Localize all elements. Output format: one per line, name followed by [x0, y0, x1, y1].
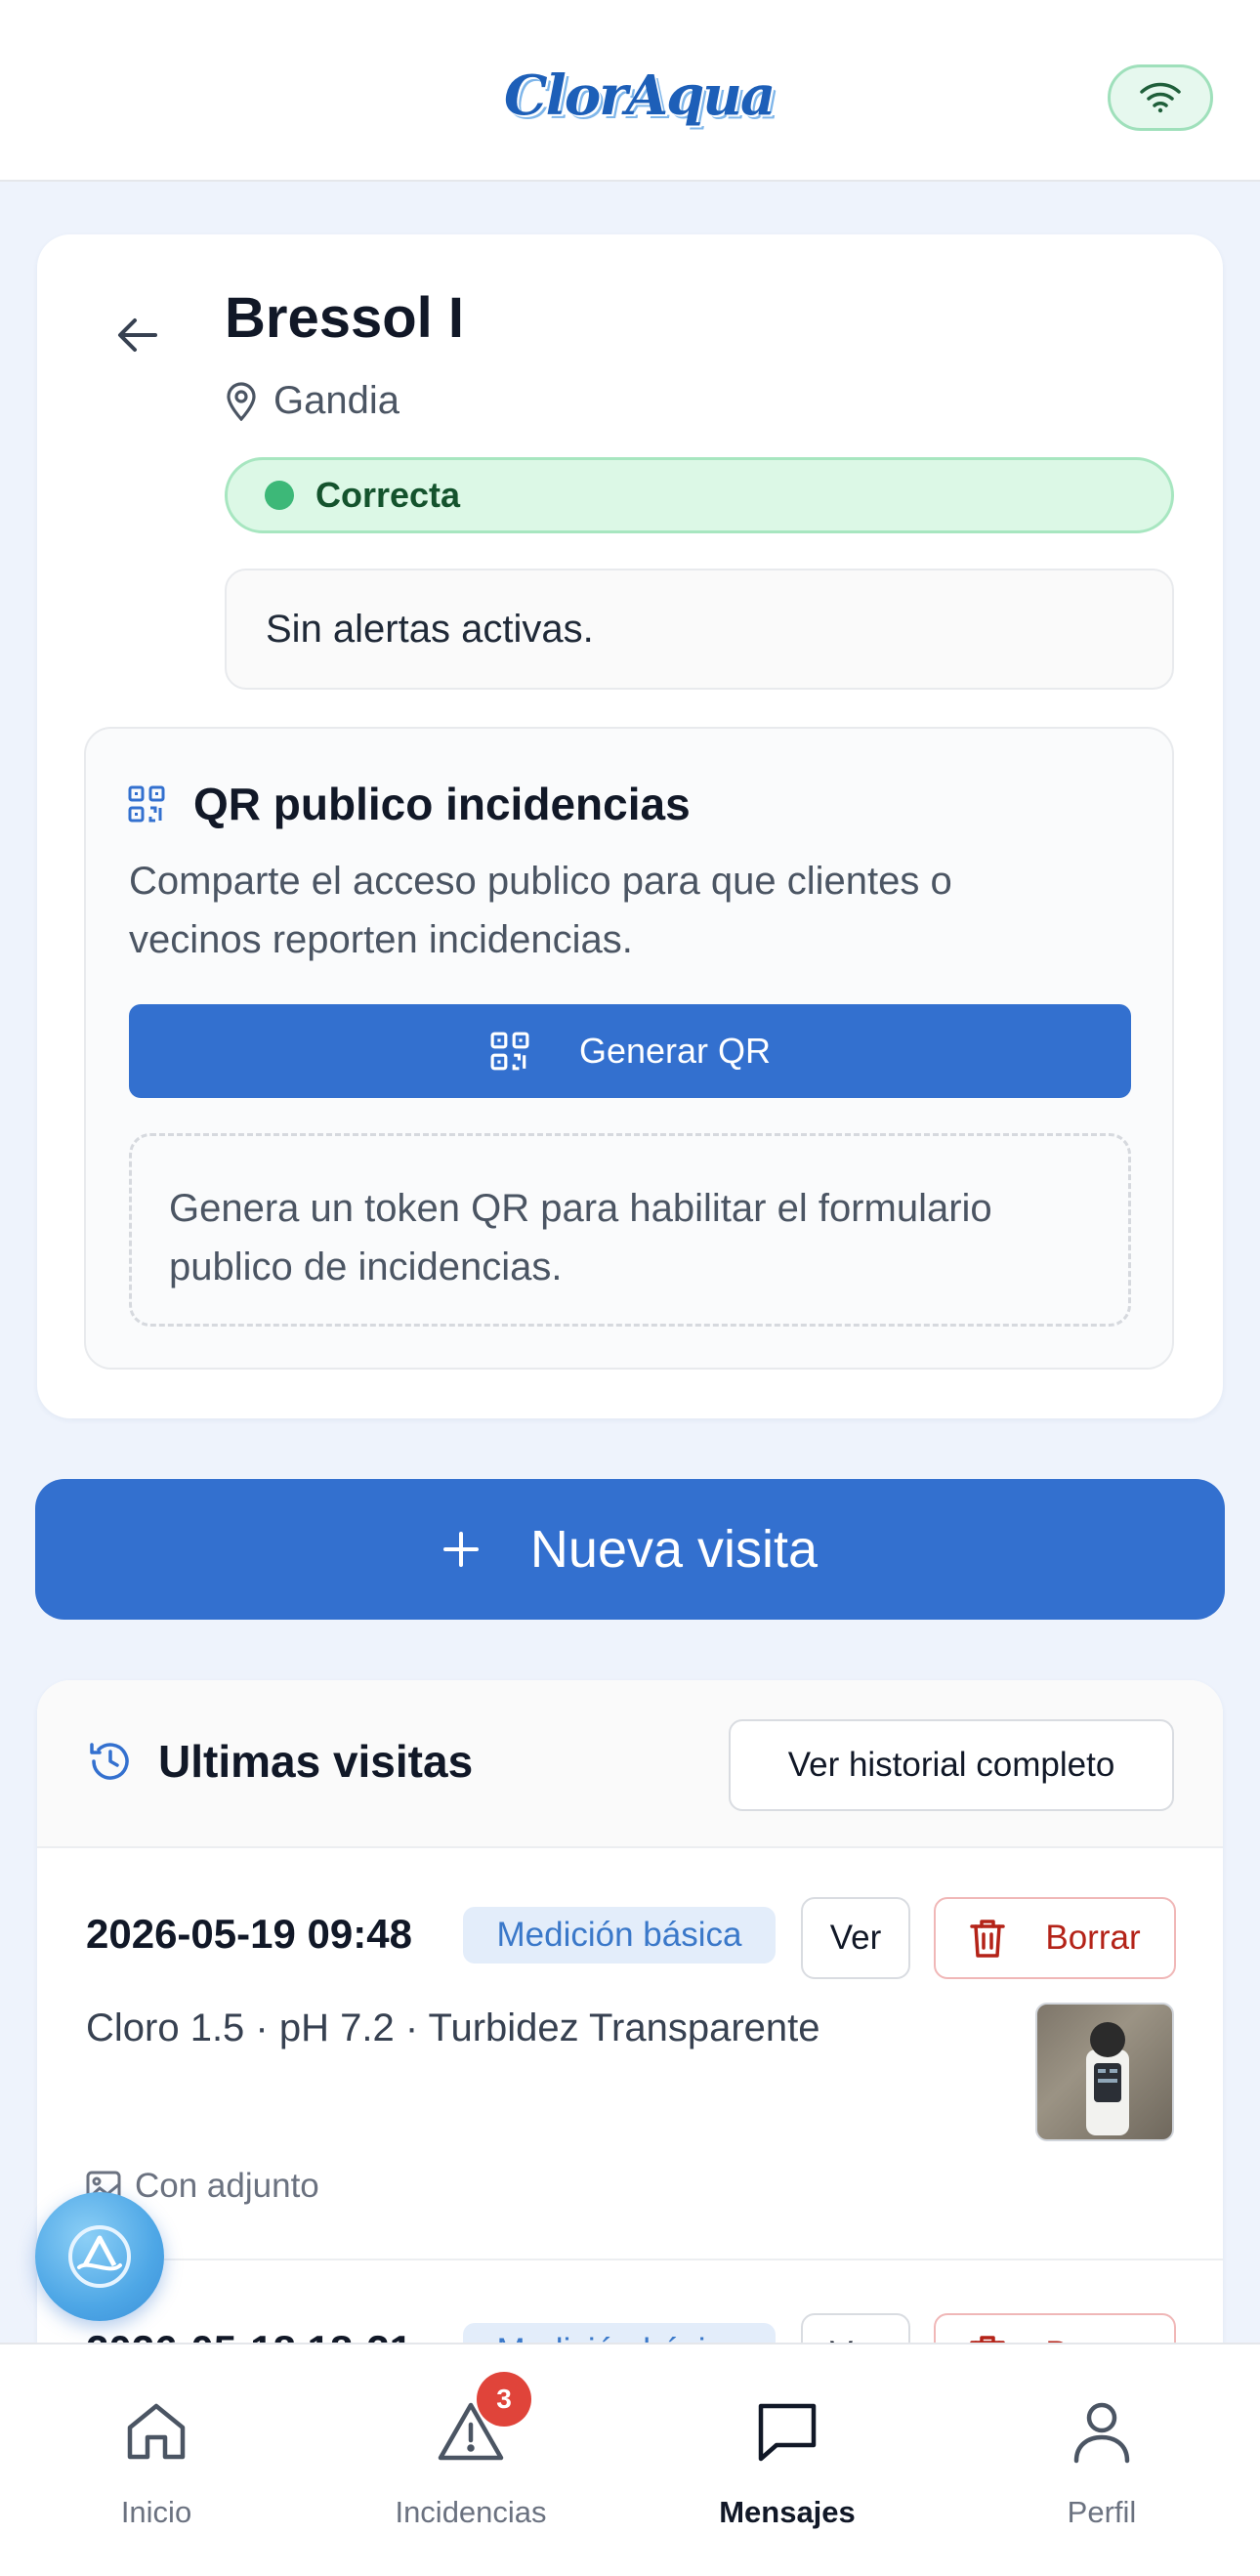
app-header: ClorAqua — [0, 0, 1260, 182]
nav-label-incidencias: Incidencias — [395, 2495, 547, 2529]
visit-photo-thumbnail[interactable] — [1035, 2003, 1174, 2141]
nav-label-mensajes: Mensajes — [719, 2495, 856, 2529]
clor-aqua-badge-icon — [68, 2225, 131, 2288]
map-pin-icon — [227, 381, 256, 421]
delete-visit-button[interactable]: Borrar — [934, 1897, 1176, 1979]
nav-item-perfil[interactable]: Perfil — [955, 2393, 1248, 2530]
nav-label-inicio: Inicio — [120, 2495, 192, 2529]
nav-item-inicio[interactable]: Inicio — [10, 2393, 303, 2530]
new-visit-label: Nueva visita — [529, 1520, 819, 1579]
recent-visits-header: Ultimas visitas Ver historial completo — [37, 1680, 1223, 1848]
alerts-box: Sin alertas activas. — [225, 569, 1174, 690]
qr-token-note: Genera un token QR para habilitar el for… — [129, 1133, 1131, 1327]
qr-panel-header: QR publico incidencias — [127, 778, 691, 830]
nav-item-mensajes[interactable]: Mensajes — [641, 2393, 934, 2530]
incidents-count-badge: 3 — [477, 2372, 531, 2427]
view-visit-button[interactable]: Ver — [801, 1897, 910, 1979]
message-icon — [758, 2403, 817, 2462]
location-label: Gandia — [273, 379, 399, 422]
qr-panel-description: Comparte el acceso publico para que clie… — [129, 860, 952, 961]
status-badge: Correcta — [225, 457, 1174, 533]
bottom-navigation: Inicio 3 Incidencias Mensajes Perfil — [0, 2343, 1260, 2576]
qr-panel-title: QR publico incidencias — [193, 779, 691, 829]
trash-icon — [970, 1920, 1006, 1958]
attachment-label: Con adjunto — [135, 2167, 319, 2205]
qr-code-icon — [490, 1032, 529, 1071]
device-photo — [1086, 2022, 1129, 2135]
generate-qr-button[interactable]: Generar QR — [129, 1004, 1131, 1098]
visit-date: 2026-05-19 09:48 — [86, 1911, 412, 1957]
visit-type-badge: Medición básica — [463, 1907, 776, 1964]
arrow-left-icon — [118, 318, 157, 352]
history-icon — [90, 1743, 129, 1780]
alerts-text: Sin alertas activas. — [266, 607, 594, 651]
status-label: Correcta — [315, 475, 461, 515]
plus-icon — [442, 1532, 479, 1567]
connection-status-button[interactable] — [1108, 64, 1213, 131]
wifi-icon — [1140, 82, 1181, 113]
station-title: Bressol I — [225, 286, 464, 350]
new-visit-button[interactable]: Nueva visita — [35, 1479, 1225, 1620]
recent-visits-title: Ultimas visitas — [158, 1736, 474, 1787]
delete-visit-label: Borrar — [1045, 1919, 1141, 1957]
logo-text: ClorAqua — [504, 63, 776, 128]
clor-aqua-logo: ClorAqua — [504, 55, 776, 137]
full-history-button[interactable]: Ver historial completo — [729, 1719, 1174, 1811]
station-location: Gandia — [225, 379, 399, 423]
nav-label-perfil: Perfil — [1067, 2495, 1137, 2529]
generate-qr-label: Generar QR — [578, 1031, 772, 1071]
back-button[interactable] — [107, 305, 168, 365]
assistant-fab[interactable] — [35, 2192, 164, 2321]
home-icon — [127, 2403, 186, 2460]
qr-code-icon — [128, 785, 165, 823]
row-divider — [37, 2259, 1223, 2260]
recent-visits-title-row: Ultimas visitas — [88, 1735, 473, 1788]
user-icon — [1073, 2402, 1130, 2464]
visit-summary: Cloro 1.5 · pH 7.2 · Turbidez Transparen… — [86, 2006, 820, 2049]
nav-item-incidencias[interactable]: 3 Incidencias — [324, 2372, 617, 2530]
status-dot — [265, 481, 294, 510]
